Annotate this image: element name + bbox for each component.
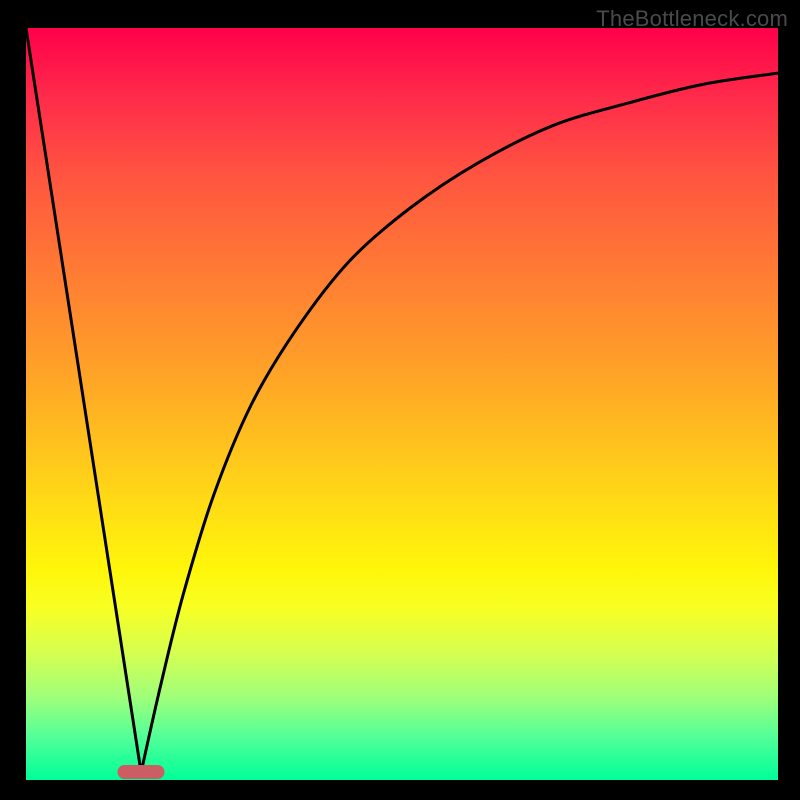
watermark-text: TheBottleneck.com [596, 6, 788, 32]
right-branch-curve [141, 73, 778, 772]
vertex-marker [118, 765, 165, 779]
plot-area [26, 28, 778, 780]
left-branch-curve [26, 28, 141, 773]
chart-frame: TheBottleneck.com [0, 0, 800, 800]
curve-layer [26, 28, 778, 780]
